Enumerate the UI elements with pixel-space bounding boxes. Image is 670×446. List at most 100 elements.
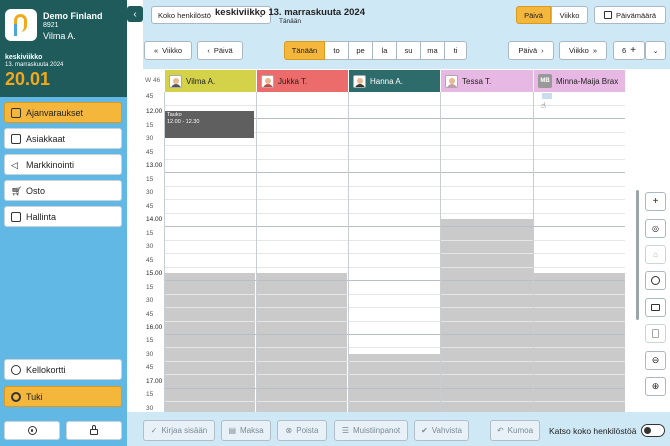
day-sunday[interactable]: su	[397, 41, 421, 60]
day-friday[interactable]: pe	[349, 41, 373, 60]
hide-button[interactable]: ◎	[645, 219, 666, 238]
show-all-staff-toggle[interactable]	[641, 424, 665, 437]
grid-line	[164, 321, 625, 322]
sidebar-item-osto[interactable]: 🛒︎ Osto	[4, 180, 122, 201]
date-picker-button[interactable]: Päivämäärä	[594, 6, 666, 24]
grid-line	[164, 253, 625, 254]
pay-button[interactable]: ▤ Maksa	[221, 420, 271, 441]
printer-icon	[651, 304, 660, 311]
column-name: Jukka T.	[278, 76, 308, 86]
plus-icon: +	[630, 45, 636, 56]
status-button[interactable]	[4, 421, 60, 440]
support-label: Tuki	[26, 391, 43, 402]
column-header-jukka[interactable]: Jukka T.	[257, 70, 348, 92]
hover-slot-indicator	[542, 93, 552, 99]
timecard-button[interactable]: Kellokortti	[4, 359, 122, 380]
column-divider	[440, 92, 441, 412]
confirm-button[interactable]: ✔ Vahvista	[414, 420, 469, 441]
time-label: 45	[146, 149, 154, 156]
sidebar: Demo Finland 8921 Vilma A. keskiviikko 1…	[0, 0, 127, 446]
group-icon: ⌂	[653, 250, 658, 259]
grid-line	[164, 307, 625, 308]
undo-label: Kumoa	[507, 426, 534, 435]
day-tuesday[interactable]: ti	[445, 41, 467, 60]
sidebar-item-hallinta[interactable]: Hallinta	[4, 206, 122, 227]
time-label: 45	[146, 203, 154, 210]
time-label: 17.00	[146, 378, 163, 385]
prev-week-button[interactable]: « Viikko	[144, 41, 192, 60]
check-icon: ✓	[150, 426, 158, 435]
view-week-button[interactable]: Viikko	[551, 6, 588, 24]
lock-icon	[90, 425, 98, 435]
undo-button[interactable]: ↶ Kumoa	[490, 420, 540, 441]
day-monday[interactable]: ma	[421, 41, 445, 60]
radio-icon	[27, 426, 37, 435]
clipboard-button[interactable]	[645, 324, 666, 343]
time-label: 14.00	[146, 216, 163, 223]
grid-line	[164, 159, 625, 160]
avatar	[353, 74, 366, 88]
clock-icon	[651, 276, 660, 285]
group-button[interactable]: ⌂	[645, 245, 666, 264]
grid-line	[164, 213, 625, 214]
time-label: 13.00	[146, 162, 163, 169]
column-header-tessa[interactable]: Tessa T.	[441, 70, 533, 92]
briefcase-icon	[11, 211, 21, 222]
time-label: 45	[146, 93, 154, 100]
delete-button[interactable]: ⊗ Poista	[277, 420, 327, 441]
time-label: 30	[146, 351, 154, 358]
column-header-minna-maija[interactable]: MB Minna-Maija Brax	[534, 70, 625, 92]
columns-menu-button[interactable]: ⌄	[645, 41, 666, 60]
prev-day-button[interactable]: ‹ Päivä	[197, 41, 243, 60]
time-label: 15	[146, 176, 154, 183]
confirm-icon: ✔	[421, 426, 428, 435]
checkin-button[interactable]: ✓ Kirjaa sisään	[143, 420, 215, 441]
time-label: 15	[146, 391, 154, 398]
sidebar-item-label: Hallinta	[26, 211, 57, 222]
collapse-sidebar-button[interactable]: ‹	[127, 6, 143, 22]
column-divider	[348, 92, 349, 412]
time-label: 30	[146, 135, 154, 142]
checkin-label: Kirjaa sisään	[161, 426, 208, 435]
time-label: 45	[146, 257, 154, 264]
column-name: Minna-Maija Brax	[556, 76, 619, 86]
zoom-in-icon: ⊕	[651, 381, 660, 391]
unavailable-slot	[348, 354, 440, 412]
calendar-grid[interactable]: 45 12.00 15 30 45 13.00 15 30 45 14.00 15 30 45 15.00…	[143, 92, 625, 412]
notes-button[interactable]: ☰ Muistiinpanot	[334, 420, 408, 441]
time-label: 30	[146, 243, 154, 250]
sidebar-item-ajanvaraukset[interactable]: Ajanvaraukset	[4, 102, 122, 123]
lifebuoy-icon	[11, 391, 21, 402]
support-button[interactable]: Tuki	[4, 386, 122, 407]
grid-line	[164, 401, 625, 402]
next-week-button[interactable]: Viikko »	[559, 41, 607, 60]
calendar-event[interactable]: Tauko 12.00 - 12.30	[165, 111, 254, 138]
company-name: Demo Finland	[43, 11, 103, 21]
sidebar-item-markkinointi[interactable]: ◁ Markkinointi	[4, 154, 122, 175]
print-button[interactable]	[645, 298, 666, 317]
vertical-scrollbar[interactable]	[636, 190, 639, 320]
delete-icon: ⊗	[285, 426, 293, 435]
next-day-button[interactable]: Päivä ›	[508, 41, 554, 60]
chevron-left-icon: ‹	[207, 46, 210, 55]
columns-count-button[interactable]: 6 +	[613, 41, 645, 60]
grid-line	[164, 226, 625, 227]
time-label: 30	[146, 189, 154, 196]
time-label: 15.00	[146, 270, 163, 277]
day-thursday[interactable]: to	[325, 41, 349, 60]
add-button[interactable]: +	[645, 192, 666, 211]
chevron-right-icon: ›	[541, 46, 544, 55]
day-saturday[interactable]: la	[373, 41, 397, 60]
grid-line	[164, 172, 625, 173]
company-logo	[5, 9, 37, 41]
zoom-in-button[interactable]: ⊕	[645, 377, 666, 396]
day-today[interactable]: Tänään	[284, 41, 325, 60]
column-header-vilma[interactable]: Vilma A.	[165, 70, 256, 92]
lock-button[interactable]	[66, 421, 122, 440]
column-header-hanna[interactable]: Hanna A.	[349, 70, 440, 92]
view-day-button[interactable]: Päivä	[516, 6, 551, 24]
time-button[interactable]	[645, 271, 666, 290]
grid-line	[164, 388, 625, 389]
zoom-out-button[interactable]: ⊖	[645, 351, 666, 370]
sidebar-item-asiakkaat[interactable]: Asiakkaat	[4, 128, 122, 149]
